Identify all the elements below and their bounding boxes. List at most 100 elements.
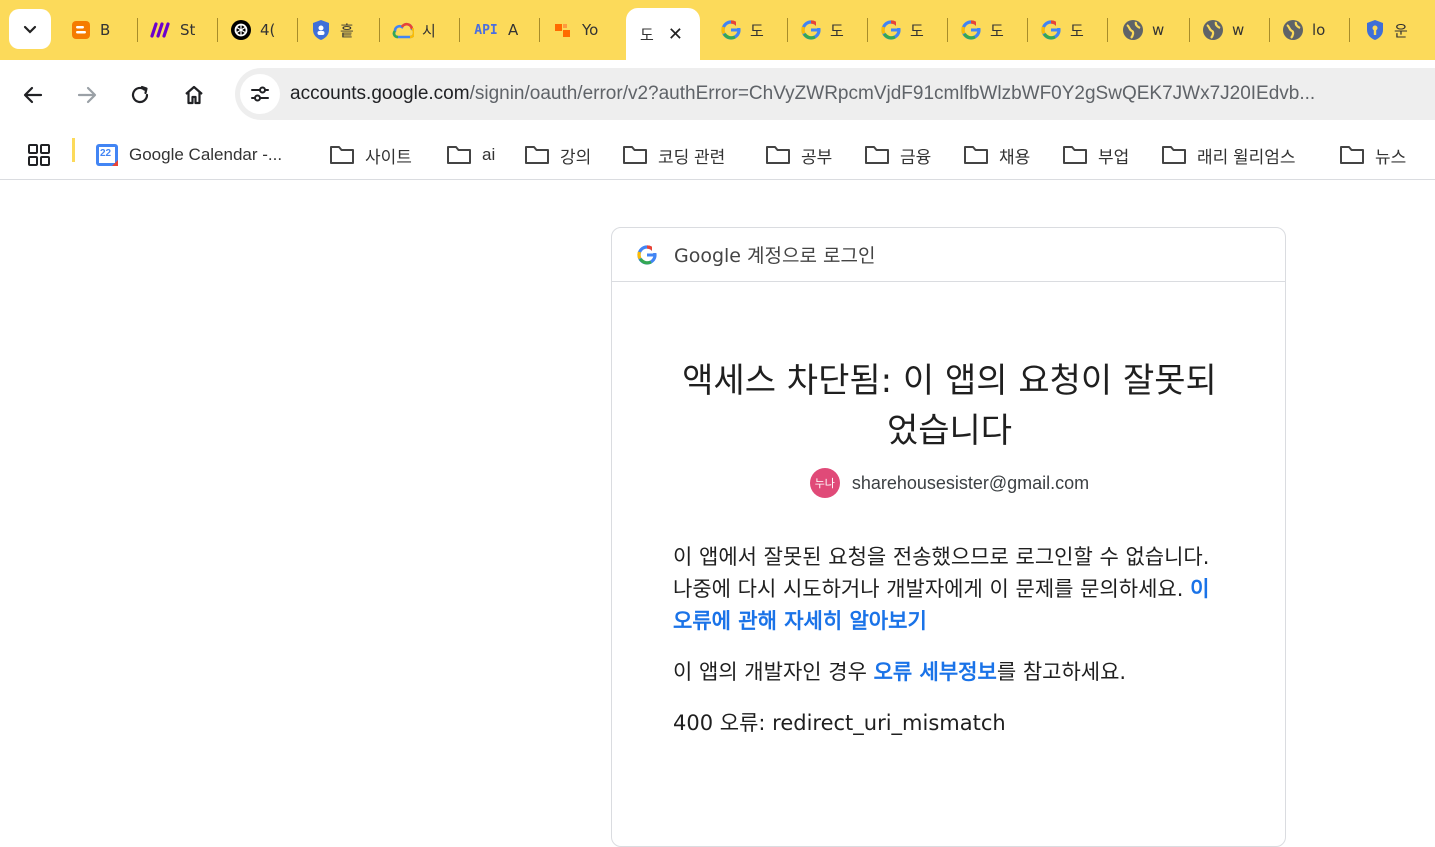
tab-item[interactable]: 시 (380, 10, 460, 50)
tune-icon (251, 86, 269, 102)
tab-title: 도 (1070, 21, 1084, 40)
folder-icon (623, 146, 647, 164)
tab-item[interactable]: Yo (540, 10, 624, 50)
tab-item[interactable]: 도 (708, 10, 788, 50)
tab-title: 도 (830, 21, 844, 40)
folder-icon (766, 146, 790, 164)
tab-title: 도 (640, 25, 654, 44)
api-icon: API (474, 22, 498, 38)
blogger-icon (70, 19, 92, 41)
bookmark-google-calendar[interactable]: 22 Google Calendar -... (95, 140, 282, 170)
bookmark-folder[interactable]: 공부 (765, 140, 832, 170)
bookmark-folder[interactable]: 부업 (1062, 140, 1129, 170)
bookmark-label: 래리 윌리엄스 (1197, 147, 1296, 167)
make-icon (150, 19, 172, 41)
tab-strip: B St 4( 흩 시 API A Yo 도 ✕ 도 도 도 도 도 w w l… (0, 0, 1435, 60)
tab-item[interactable]: lo (1270, 10, 1350, 50)
tab-item[interactable]: w (1190, 10, 1270, 50)
home-icon (185, 85, 203, 105)
tab-title: 운 (1394, 21, 1408, 40)
tab-item[interactable]: 도 (868, 10, 948, 50)
bookmark-label: 강의 (560, 147, 592, 167)
avatar: 누나 (809, 468, 840, 498)
tab-item[interactable]: 도 (948, 10, 1028, 50)
tab-title: 시 (422, 21, 436, 40)
bookmark-folder[interactable]: 코딩 관련 (622, 140, 725, 170)
google-g-icon (720, 19, 742, 41)
forward-button[interactable] (69, 77, 105, 113)
tab-title: 흩 (340, 21, 354, 40)
site-info-button[interactable] (240, 74, 280, 114)
account-chip[interactable]: 누나 sharehousesister@gmail.com (612, 468, 1287, 498)
bookmark-label: 코딩 관련 (658, 147, 726, 167)
openai-icon (230, 19, 252, 41)
card-header: Google 계정으로 로그인 (612, 228, 1285, 282)
developer-note-suffix: 를 참고하세요. (996, 660, 1127, 684)
globe-icon (1202, 19, 1224, 41)
tab-title: 도 (990, 21, 1004, 40)
arrow-left-icon (23, 86, 43, 104)
home-button[interactable] (176, 77, 212, 113)
developer-note-prefix: 이 앱의 개발자인 경우 (673, 660, 874, 684)
tab-title: Yo (582, 21, 599, 39)
bookmark-label: ai (482, 145, 496, 164)
tab-item[interactable]: w (1110, 10, 1190, 50)
error-heading-line1: 액세스 차단됨: 이 앱의 요청이 잘못되 (682, 361, 1217, 401)
bookmark-folder[interactable]: 래리 윌리엄스 (1161, 140, 1296, 170)
reload-icon (131, 85, 149, 104)
bookmark-folder[interactable]: 사이트 (329, 140, 412, 170)
zapier-icon (552, 19, 574, 41)
bookmark-folder[interactable]: 채용 (963, 140, 1030, 170)
folder-icon (1340, 146, 1364, 164)
tab-item[interactable]: 흩 (298, 10, 380, 50)
tab-item[interactable]: B (58, 10, 138, 50)
url-text[interactable]: accounts.google.com/signin/oauth/error/v… (290, 83, 1420, 105)
tab-title: lo (1312, 21, 1326, 39)
error-details-link[interactable]: 오류 세부정보 (874, 660, 997, 684)
close-tab-icon[interactable]: ✕ (668, 24, 683, 45)
card-header-title: Google 계정으로 로그인 (674, 245, 876, 267)
bookmark-folder[interactable]: 강의 (524, 140, 591, 170)
tab-title: 도 (750, 21, 764, 40)
bookmark-folder[interactable]: ai (446, 140, 495, 170)
tab-item[interactable]: 도 (788, 10, 868, 50)
bookmark-label: 사이트 (365, 147, 412, 167)
bookmark-folder[interactable]: 뉴스 (1339, 140, 1406, 170)
bookmark-label: 부업 (1098, 147, 1130, 167)
arrow-right-icon (77, 86, 97, 104)
tab-title: A (508, 21, 519, 39)
apps-grid-icon (28, 144, 50, 166)
tab-item[interactable]: 도 (1028, 10, 1108, 50)
tab-item[interactable]: St (138, 10, 218, 50)
bookmarks-divider (72, 138, 75, 162)
tab-title: w (1152, 21, 1165, 39)
tab-separator (1107, 18, 1108, 42)
tab-item[interactable]: 4( (218, 10, 298, 50)
google-g-icon (960, 19, 982, 41)
address-bar[interactable]: accounts.google.com/signin/oauth/error/v… (235, 68, 1435, 120)
error-code: 400 오류: redirect_uri_mismatch (673, 711, 1006, 735)
back-button[interactable] (15, 77, 51, 113)
error-description: 이 앱에서 잘못된 요청을 전송했으므로 로그인할 수 없습니다. 나중에 다시… (673, 541, 1233, 637)
google-g-icon (1040, 19, 1062, 41)
error-heading: 액세스 차단됨: 이 앱의 요청이 잘못되 었습니다 (652, 356, 1247, 456)
google-cloud-icon (392, 19, 414, 41)
reload-button[interactable] (122, 77, 158, 113)
tab-title: w (1232, 21, 1245, 39)
tab-title: St (180, 21, 196, 39)
bookmark-folder[interactable]: 금융 (864, 140, 931, 170)
url-path: /signin/oauth/error/v2?authError=ChVyZWR… (469, 83, 1316, 104)
globe-icon (1282, 19, 1304, 41)
apps-button[interactable] (27, 140, 61, 170)
tab-search-button[interactable] (9, 9, 51, 49)
tab-title: B (100, 21, 111, 39)
shield-icon (310, 19, 332, 41)
folder-icon (330, 146, 354, 164)
calendar-day: 22 (100, 148, 112, 159)
bookmarks-bar: 22 Google Calendar -... 사이트 ai 강의 코딩 관련 … (0, 130, 1435, 180)
developer-note: 이 앱의 개발자인 경우 오류 세부정보를 참고하세요. (673, 656, 1233, 688)
tab-active[interactable]: 도 ✕ (626, 8, 700, 60)
tab-item[interactable]: 운 (1352, 10, 1435, 50)
google-g-icon (880, 19, 902, 41)
tab-item[interactable]: API A (460, 10, 540, 50)
